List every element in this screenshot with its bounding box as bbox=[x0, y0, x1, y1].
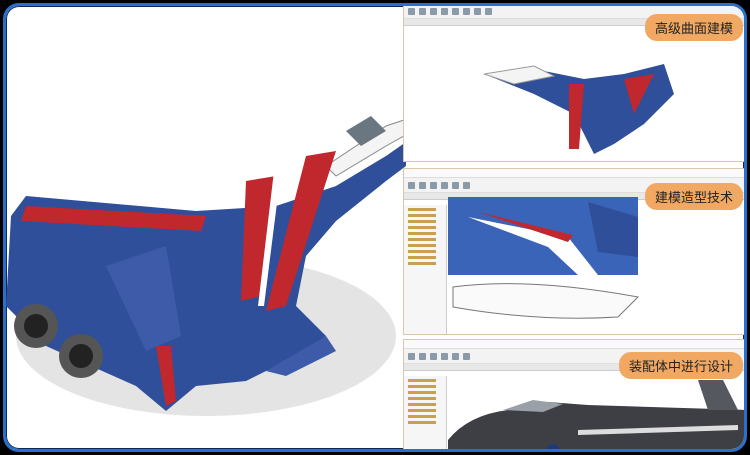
panel-assembly-design: 装配体中进行设计 bbox=[403, 339, 744, 449]
tool-icon[interactable] bbox=[463, 7, 470, 15]
showcase-frame: 高级曲面建模 建模造型技术 装配体中进行设计 bbox=[3, 3, 747, 452]
tool-icon[interactable] bbox=[485, 7, 492, 15]
tool-icon[interactable] bbox=[408, 7, 415, 15]
gray-jet-view bbox=[448, 380, 744, 449]
tool-icon[interactable] bbox=[463, 181, 470, 189]
jet-model-view bbox=[483, 64, 674, 154]
jet-render-image bbox=[6, 116, 406, 416]
tool-icon[interactable] bbox=[408, 352, 415, 360]
feature-label: 装配体中进行设计 bbox=[618, 352, 743, 379]
cad-menubar bbox=[404, 340, 744, 349]
tool-icon[interactable] bbox=[452, 352, 459, 360]
tool-icon[interactable] bbox=[419, 7, 426, 15]
panel-modeling-technique: 建模造型技术 bbox=[403, 168, 744, 335]
wireframe-view bbox=[452, 283, 640, 319]
feature-label: 高级曲面建模 bbox=[644, 14, 743, 41]
tool-icon[interactable] bbox=[441, 7, 448, 15]
tool-icon[interactable] bbox=[419, 181, 426, 189]
feature-label: 建模造型技术 bbox=[644, 183, 743, 210]
tool-icon[interactable] bbox=[441, 352, 448, 360]
cad-menubar bbox=[404, 169, 744, 178]
tool-icon[interactable] bbox=[452, 7, 459, 15]
panel-surface-modeling: 高级曲面建模 bbox=[403, 6, 744, 162]
tool-icon[interactable] bbox=[474, 7, 481, 15]
tool-icon[interactable] bbox=[408, 181, 415, 189]
feature-tree[interactable] bbox=[404, 205, 447, 334]
tool-icon[interactable] bbox=[430, 352, 437, 360]
tool-icon[interactable] bbox=[441, 181, 448, 189]
tool-icon[interactable] bbox=[452, 181, 459, 189]
feature-tree[interactable] bbox=[404, 376, 447, 449]
tool-icon[interactable] bbox=[463, 352, 470, 360]
blue-jet-view bbox=[448, 197, 638, 275]
tool-icon[interactable] bbox=[430, 7, 437, 15]
tool-icon[interactable] bbox=[430, 181, 437, 189]
tool-icon[interactable] bbox=[419, 352, 426, 360]
